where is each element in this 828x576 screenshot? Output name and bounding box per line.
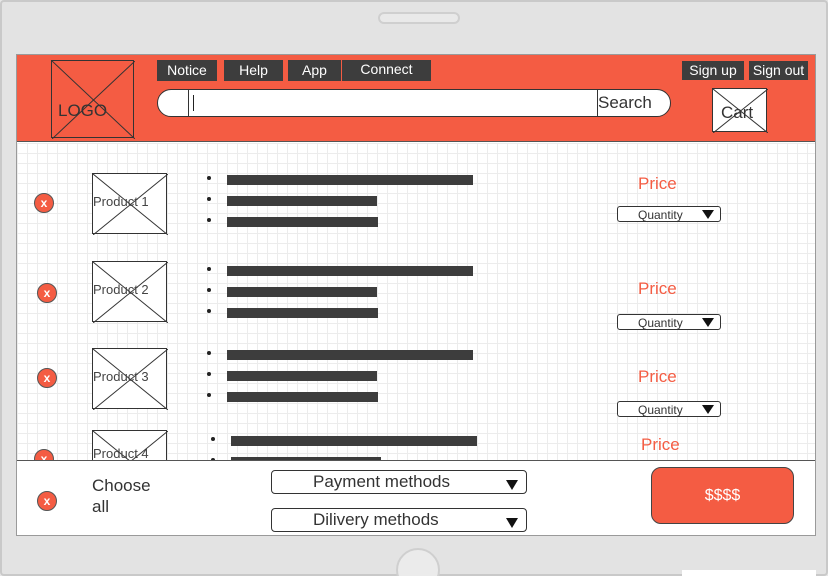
checkout-button[interactable]: $$$$ — [651, 467, 794, 524]
checkout-footer: x Choose all Payment methods Dilivery me… — [17, 460, 815, 535]
quantity-dropdown[interactable]: Quantity — [617, 206, 721, 222]
header-bar: LOGO Notice Help App Connect Search Sign… — [17, 55, 815, 142]
dropdown-arrow-icon — [702, 210, 714, 219]
dropdown-arrow-icon — [506, 480, 518, 490]
product-name: Product 4 — [93, 446, 149, 461]
logo-text: LOGO — [58, 101, 108, 120]
frame-corner-strip — [682, 570, 816, 576]
cart-screen: LOGO Notice Help App Connect Search Sign… — [16, 54, 816, 536]
tablet-frame: LOGO Notice Help App Connect Search Sign… — [0, 0, 828, 576]
cart-label: Cart — [721, 103, 754, 122]
remove-all-button[interactable]: x — [37, 491, 57, 511]
product-row: x Product 2 Price Quantity — [17, 233, 815, 330]
product-image[interactable]: Product 1 — [92, 173, 168, 235]
remove-item-button[interactable]: x — [34, 193, 54, 213]
product-name: Product 3 — [93, 369, 149, 384]
dropdown-arrow-icon — [506, 518, 518, 528]
product-price: Price — [641, 435, 680, 454]
product-name: Product 2 — [93, 282, 149, 297]
search-input[interactable] — [188, 90, 598, 116]
remove-item-button[interactable]: x — [37, 368, 57, 388]
nav-connect[interactable]: Connect — [342, 60, 431, 81]
product-price: Price — [638, 367, 677, 386]
product-row: x Product 1 Price Quantity — [17, 143, 815, 235]
payment-methods-label: Payment methods — [313, 472, 451, 491]
product-image[interactable]: Product 3 — [92, 348, 168, 410]
delivery-methods-dropdown[interactable]: Dilivery methods — [271, 508, 527, 532]
product-row: x Product 3 Price Quantity — [17, 318, 815, 417]
nav-app[interactable]: App — [288, 60, 341, 81]
image-placeholder-icon — [52, 61, 135, 139]
cart-button[interactable]: Cart — [712, 88, 768, 133]
search-button[interactable]: Search — [598, 93, 652, 113]
logo-placeholder[interactable]: LOGO — [51, 60, 135, 139]
home-button[interactable] — [396, 548, 440, 576]
nav-help[interactable]: Help — [224, 60, 283, 81]
nav-notice[interactable]: Notice — [157, 60, 217, 81]
product-name: Product 1 — [93, 194, 149, 209]
remove-item-button[interactable]: x — [37, 283, 57, 303]
choose-all-label[interactable]: Choose all — [92, 475, 172, 517]
sign-up-button[interactable]: Sign up — [682, 61, 744, 80]
product-list: x Product 1 Price Quantity x Product 2 P… — [17, 143, 815, 492]
speaker-slot — [378, 12, 460, 24]
delivery-methods-label: Dilivery methods — [313, 510, 439, 529]
product-price: Price — [638, 174, 677, 193]
payment-methods-dropdown[interactable]: Payment methods — [271, 470, 527, 494]
search-bar[interactable]: Search — [157, 89, 671, 117]
text-caret — [193, 95, 194, 111]
product-price: Price — [638, 279, 677, 298]
quantity-label: Quantity — [638, 208, 683, 222]
product-image[interactable]: Product 2 — [92, 261, 168, 323]
sign-out-button[interactable]: Sign out — [749, 61, 808, 80]
